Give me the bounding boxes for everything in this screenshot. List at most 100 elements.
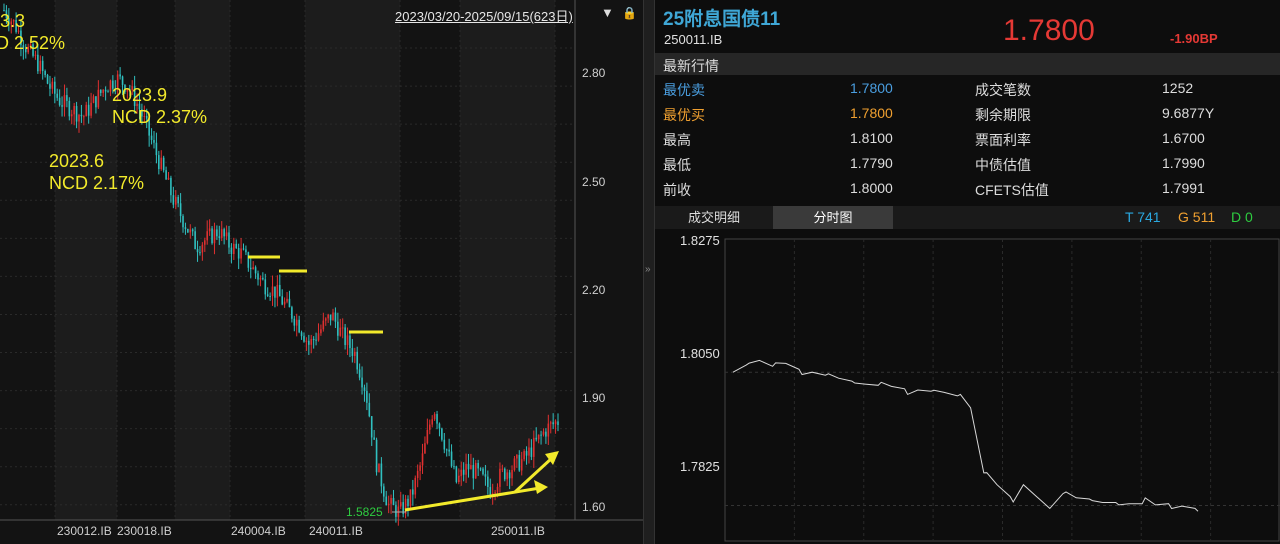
quote-value: 1.8100 — [850, 130, 893, 146]
candle-body — [395, 505, 397, 517]
quote-label: 最优买 — [663, 107, 705, 123]
candle-body — [230, 247, 233, 254]
candle-body — [361, 377, 363, 388]
candle-body — [264, 279, 267, 295]
candle-body — [75, 106, 78, 122]
candle-body — [477, 463, 479, 469]
candle-body — [537, 434, 540, 440]
quote-panel: 25附息国债11 250011.IB 1.7800 -1.90BP 最新行情 最… — [655, 0, 1280, 544]
date-range-selector[interactable]: 2023/03/20-2025/09/15(623日) — [395, 6, 573, 25]
y-tick-label: 2.80 — [582, 66, 606, 80]
candle-body — [218, 236, 221, 238]
candle-body — [508, 472, 511, 479]
candle-body — [315, 339, 317, 341]
chevron-down-icon[interactable]: ▼ — [601, 5, 614, 20]
candle-body — [545, 431, 547, 437]
candle-body — [194, 231, 196, 250]
candle-body — [501, 468, 504, 470]
x-tick-label: 240004.IB — [231, 524, 286, 538]
candle-body — [334, 312, 337, 322]
quote-label: 票面利率 — [975, 132, 1031, 148]
candle-body — [237, 247, 240, 259]
candle-body — [448, 449, 450, 452]
candle-body — [416, 470, 419, 478]
tab-trade-detail[interactable]: 成交明细 — [655, 206, 773, 229]
candle-body — [375, 439, 378, 473]
candle-body — [455, 466, 458, 483]
candle-body — [104, 89, 107, 92]
candle-body — [63, 95, 66, 107]
candle-body — [484, 474, 487, 477]
candle-body — [235, 243, 238, 248]
candle-body — [511, 469, 513, 479]
candle-body — [249, 267, 252, 270]
candle-body — [445, 449, 448, 451]
history-chart-panel[interactable]: 2023/03/20-2025/09/15(623日) ▼ 🔒 2023.3 N… — [0, 0, 643, 544]
candle-body — [68, 100, 71, 117]
candle-body — [441, 428, 443, 440]
candle-body — [412, 489, 414, 495]
quote-label: 最低 — [663, 157, 691, 173]
candle-body — [373, 437, 375, 440]
lock-icon[interactable]: 🔒 — [622, 6, 637, 20]
candle-body — [540, 434, 542, 436]
expand-icon[interactable]: » — [645, 264, 651, 275]
candle-body — [66, 95, 68, 101]
intraday-y-tick: 1.7825 — [680, 459, 720, 474]
candle-body — [474, 463, 477, 479]
candle-body — [368, 402, 371, 417]
candle-body — [535, 437, 538, 440]
candle-body — [465, 463, 467, 475]
candle-body — [223, 229, 225, 237]
candle-body — [208, 228, 211, 232]
bond-code: 250011.IB — [664, 32, 723, 47]
candle-body — [428, 424, 431, 430]
x-tick-label: 240011.IB — [309, 524, 363, 538]
candle-body — [288, 298, 291, 308]
candle-body — [431, 419, 434, 425]
shade-band — [305, 0, 400, 520]
candle-body — [109, 80, 112, 92]
y-tick-label: 2.50 — [582, 175, 606, 189]
candle-body — [191, 229, 194, 232]
quote-value: 1.7800 — [850, 80, 893, 96]
candle-body — [380, 463, 383, 487]
candle-body — [421, 453, 424, 466]
candle-body — [228, 232, 230, 248]
candle-body — [341, 327, 344, 329]
candle-body — [324, 318, 327, 321]
candle-body — [99, 89, 102, 93]
panel-divider[interactable]: » — [643, 0, 655, 544]
candle-body — [443, 439, 446, 450]
tab-timeshare[interactable]: 分时图 — [773, 206, 893, 229]
intraday-y-tick: 1.8275 — [680, 233, 720, 248]
candle-body — [487, 476, 489, 487]
candle-body — [170, 177, 172, 196]
candle-body — [528, 447, 530, 456]
candle-body — [187, 228, 189, 233]
history-chart[interactable] — [0, 0, 643, 544]
candle-body — [322, 320, 325, 330]
candle-body — [470, 465, 472, 470]
quote-value: 1.7991 — [1162, 180, 1205, 196]
candle-body — [51, 81, 54, 89]
y-tick-label: 2.20 — [582, 283, 606, 297]
candle-body — [216, 229, 218, 237]
candle-body — [298, 319, 300, 333]
intraday-chart[interactable] — [655, 229, 1280, 544]
quote-label: CFETS估值 — [975, 182, 1049, 198]
candle-body — [426, 429, 429, 444]
candle-body — [295, 319, 298, 326]
candle-body — [240, 248, 242, 259]
candle-body — [436, 414, 438, 424]
candle-body — [286, 298, 288, 302]
candle-body — [252, 267, 254, 270]
candle-body — [387, 503, 390, 506]
candle-body — [332, 312, 334, 321]
candle-body — [329, 314, 332, 321]
candle-body — [479, 468, 482, 470]
candle-body — [276, 284, 279, 298]
candle-body — [119, 74, 121, 77]
candle-body — [303, 336, 305, 342]
candle-body — [494, 492, 496, 494]
